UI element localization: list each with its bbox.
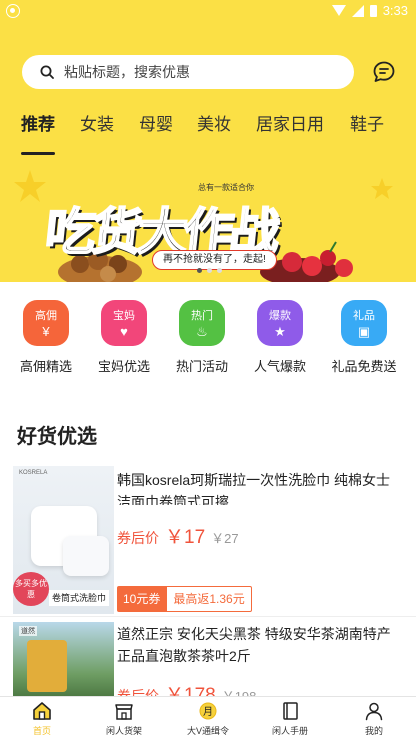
search-input[interactable]: 粘贴标题，搜索优惠: [22, 55, 354, 89]
tabbar-label: 闲人货架: [105, 726, 142, 736]
thumbnail-promo-tag: 多买多优惠: [13, 572, 49, 606]
tabbar-shelf[interactable]: 闲人货架: [84, 700, 164, 737]
tabbar-label: 闲人手册: [271, 726, 308, 736]
banner-ribbon: 再不抢就没有了，走起!: [152, 250, 277, 270]
category-icon-text: 宝妈: [113, 310, 135, 322]
current-price: ￥178: [165, 685, 216, 696]
thumbnail-caption: 卷筒式洗脸巾: [49, 590, 110, 606]
product-thumbnail[interactable]: 道然: [13, 622, 114, 696]
product-title: 道然正宗 安化天尖黑茶 特级安华茶湖南特产正品直泡散茶茶叶2斤: [117, 626, 391, 664]
shelf-icon: [113, 700, 135, 722]
banner-pagination: [197, 268, 222, 273]
category-free-gifts[interactable]: 礼品 ▣ 礼品免费送: [324, 300, 404, 375]
product-thumbnail[interactable]: KOSRELA 多买多优惠 卷筒式洗脸巾: [13, 466, 114, 614]
category-icon-text: 礼品: [353, 310, 375, 322]
thumbnail-product-shape: [27, 640, 67, 692]
vip-icon: 月: [197, 700, 219, 722]
category-label: 热门活动: [175, 359, 228, 374]
tabbar-vip-wanted[interactable]: 月 大V通缉令: [168, 700, 248, 737]
active-tab-indicator: [21, 152, 55, 155]
original-price: ￥27: [211, 531, 239, 546]
tabbar-label: 我的: [364, 726, 383, 736]
pagination-dot: [217, 268, 222, 273]
tab-shoes[interactable]: 鞋子: [350, 110, 384, 135]
category-mom-picks[interactable]: 宝妈 ♥ 宝妈优选: [84, 300, 164, 375]
category-label: 高佣精选: [19, 359, 72, 374]
category-hot-events[interactable]: 热门 ♨ 热门活动: [162, 300, 242, 375]
thumbnail-logo: 道然: [19, 626, 37, 636]
product-card[interactable]: 道然 道然正宗 安化天尖黑茶 特级安华茶湖南特产正品直泡散茶茶叶2斤 券后价 ￥…: [0, 622, 416, 696]
svg-text:月: 月: [203, 706, 213, 718]
user-icon: [363, 700, 385, 722]
thumbnail-brand: KOSRELA: [19, 470, 48, 476]
product-card[interactable]: KOSRELA 多买多优惠 卷筒式洗脸巾 韩国kosrela珂斯瑞拉一次性洗脸巾…: [0, 466, 416, 614]
category-label: 礼品免费送: [331, 359, 397, 374]
category-icon-text: 爆款: [269, 310, 291, 322]
price-row: 券后价 ￥178 ￥198: [117, 680, 256, 696]
heart-icon: 宝妈 ♥: [101, 300, 147, 346]
category-tabs: 推荐 女装 母婴 美妆 居家日用 鞋子: [0, 110, 416, 155]
status-time: 3:33: [382, 3, 408, 18]
tabbar-label: 首页: [32, 726, 51, 736]
price-row: 券后价 ￥17 ￥27: [117, 522, 239, 549]
home-icon: [31, 700, 53, 722]
flame-icon: 热门 ♨: [179, 300, 225, 346]
pagination-dot: [207, 268, 212, 273]
thumbnail-product-shape: [63, 536, 109, 576]
coin-icon: 高佣 ¥: [23, 300, 69, 346]
tabbar-home[interactable]: 首页: [2, 700, 82, 737]
product-title: 韩国kosrela珂斯瑞拉一次性洗脸巾 纯棉女士洁面巾卷筒式可擦: [117, 472, 391, 505]
tabbar-handbook[interactable]: 闲人手册: [250, 700, 330, 737]
price-label: 券后价: [117, 688, 159, 696]
tab-beauty[interactable]: 美妆: [197, 110, 231, 135]
current-price: ￥17: [165, 527, 206, 548]
search-icon: [40, 65, 54, 79]
coupon-badge: 10元券: [117, 586, 167, 612]
pagination-dot: [197, 268, 202, 273]
wifi-icon: [331, 5, 346, 16]
category-high-commission[interactable]: 高佣 ¥ 高佣精选: [6, 300, 86, 375]
rebate-badge: 最高返1.36元: [166, 586, 252, 612]
tabbar-profile[interactable]: 我的: [334, 700, 414, 737]
tab-household[interactable]: 居家日用: [256, 110, 324, 135]
tab-womens-clothing[interactable]: 女装: [80, 110, 114, 135]
category-label: 宝妈优选: [97, 359, 150, 374]
tab-recommend[interactable]: 推荐: [21, 110, 55, 135]
search-placeholder: 粘贴标题，搜索优惠: [64, 64, 190, 80]
category-grid: 高佣 ¥ 高佣精选 宝妈 ♥ 宝妈优选 热门 ♨ 热门活动 爆款 ★ 人气爆款 …: [0, 300, 416, 384]
bottom-tab-bar: 首页 闲人货架 月 大V通缉令 闲人手册 我的: [0, 696, 416, 739]
message-icon[interactable]: [372, 60, 396, 84]
tabbar-label: 大V通缉令: [186, 726, 229, 736]
category-label: 人气爆款: [253, 359, 306, 374]
divider: [0, 616, 416, 617]
book-icon: [279, 700, 301, 722]
app-notification-icon: [6, 4, 20, 18]
coupon-row[interactable]: 10元券 最高返1.36元: [117, 586, 252, 612]
status-bar: 3:33: [0, 0, 416, 24]
battery-icon: [369, 4, 377, 17]
price-label: 券后价: [117, 530, 159, 546]
category-popular[interactable]: 爆款 ★ 人气爆款: [240, 300, 320, 375]
category-icon-text: 热门: [191, 310, 213, 322]
signal-icon: [351, 4, 364, 17]
category-icon-text: 高佣: [35, 310, 57, 322]
tab-mother-baby[interactable]: 母婴: [139, 110, 173, 135]
promo-banner[interactable]: 总有一款适合你 吃货大作战 再不抢就没有了，走起!: [0, 160, 416, 282]
medal-icon: 爆款 ★: [257, 300, 303, 346]
original-price: ￥198: [222, 686, 257, 696]
section-title: 好货优选: [17, 426, 97, 448]
gift-icon: 礼品 ▣: [341, 300, 387, 346]
